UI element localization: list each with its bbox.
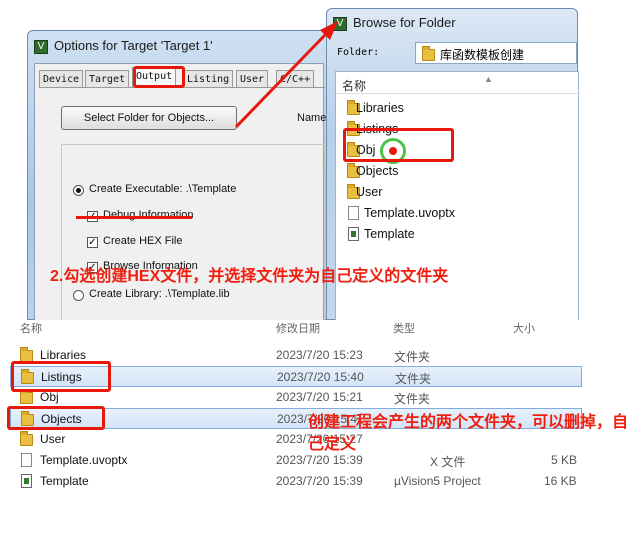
annotation-note-folders: 创建工程会产生的两个文件夹，可以删掉，自己定义: [308, 414, 629, 453]
annotation-note-hex: 2.勾选创建HEX文件，并选择文件夹为自己定义的文件夹: [50, 268, 449, 285]
